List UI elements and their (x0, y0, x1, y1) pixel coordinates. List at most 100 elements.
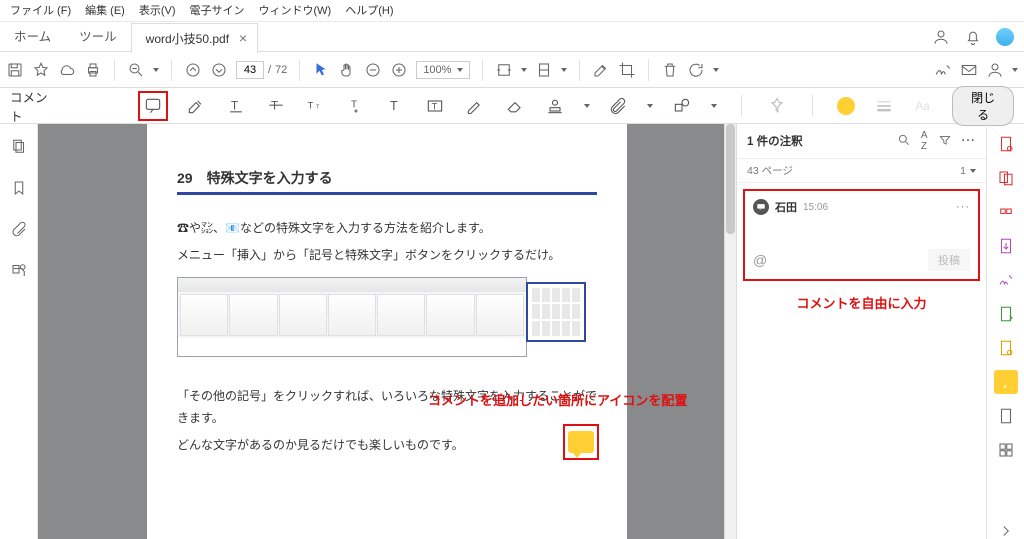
pencil-icon[interactable] (464, 95, 486, 117)
organize-icon[interactable] (994, 302, 1018, 326)
pin-icon[interactable] (766, 95, 788, 117)
svg-text:T: T (351, 99, 357, 110)
comment-more-icon[interactable]: ··· (956, 201, 970, 213)
fit-dropdown-icon[interactable] (521, 68, 527, 72)
zoom-out-find-icon[interactable] (127, 61, 145, 79)
highlight-icon[interactable] (186, 95, 208, 117)
tab-document[interactable]: word小技50.pdf × (131, 23, 259, 53)
bell-icon[interactable] (964, 28, 982, 46)
attach-icon[interactable] (608, 95, 630, 117)
zoom-in-icon[interactable] (390, 61, 408, 79)
login-icon[interactable] (932, 28, 950, 46)
edit-redact-icon[interactable] (592, 61, 610, 79)
menu-edit[interactable]: 編集 (E) (85, 2, 125, 18)
search-comments-icon[interactable] (897, 133, 911, 150)
page-indicator: / 72 (236, 61, 287, 79)
hand-icon[interactable] (338, 61, 356, 79)
crop-icon[interactable] (618, 61, 636, 79)
send-comments-icon[interactable] (994, 336, 1018, 360)
sign-icon[interactable] (934, 61, 952, 79)
replace-text-icon[interactable]: TT (305, 95, 327, 117)
sort-comments-icon[interactable]: AZ (921, 130, 928, 152)
edit-pdf-icon[interactable] (994, 200, 1018, 224)
svg-text:Aa: Aa (916, 100, 931, 113)
line-weight-icon[interactable] (873, 95, 895, 117)
page-display-icon[interactable] (535, 61, 553, 79)
post-button[interactable]: 投稿 (928, 249, 970, 271)
shapes-icon[interactable] (671, 95, 693, 117)
underline-text-icon[interactable]: T (225, 95, 247, 117)
comments-page-label: 43 ページ (747, 163, 793, 178)
menu-view[interactable]: 表示(V) (139, 2, 176, 18)
zoom-out-icon[interactable] (364, 61, 382, 79)
insert-text-icon[interactable]: T (345, 95, 367, 117)
svg-text:T: T (271, 99, 278, 112)
zoom-level-text: 100% (423, 64, 451, 76)
page-display-dropdown-icon[interactable] (561, 68, 567, 72)
tab-close-icon[interactable]: × (239, 31, 247, 45)
page-heading: 29 特殊文字を入力する (177, 168, 597, 188)
menu-file[interactable]: ファイル (F) (10, 2, 71, 18)
export-pdf-icon[interactable] (994, 234, 1018, 258)
layers-icon[interactable] (10, 261, 28, 282)
comment-input[interactable] (753, 215, 970, 249)
svg-text:T: T (390, 99, 398, 113)
bookmark-icon[interactable] (10, 179, 28, 200)
combine-icon[interactable] (994, 166, 1018, 190)
sticky-note-icon[interactable] (142, 95, 164, 117)
pointer-icon[interactable] (312, 61, 330, 79)
paragraph-2: メニュー「挿入」から「記号と特殊文字」ボタンをクリックするだけ。 (177, 244, 597, 267)
trash-icon[interactable] (661, 61, 679, 79)
account-icon[interactable] (986, 61, 1004, 79)
menu-esign[interactable]: 電子サイン (190, 2, 245, 18)
mention-icon[interactable]: @ (753, 252, 767, 268)
page-input[interactable] (236, 61, 264, 79)
more-comments-icon[interactable]: ··· (962, 135, 977, 147)
font-icon[interactable]: Aa (913, 95, 935, 117)
stamp-dropdown-icon[interactable] (584, 104, 590, 108)
page-sep: / (268, 64, 271, 76)
textbox-icon[interactable]: T (424, 95, 446, 117)
fit-width-icon[interactable] (495, 61, 513, 79)
cloud-icon[interactable] (58, 61, 76, 79)
fill-sign-icon[interactable] (994, 404, 1018, 428)
tab-tools[interactable]: ツール (65, 22, 131, 52)
menu-help[interactable]: ヘルプ(H) (345, 2, 393, 18)
stamp-icon[interactable] (544, 95, 566, 117)
filter-comments-icon[interactable] (938, 133, 952, 150)
mail-icon[interactable] (960, 61, 978, 79)
comment-tool-icon[interactable] (994, 370, 1018, 394)
page-down-icon[interactable] (210, 61, 228, 79)
strikethrough-icon[interactable]: T (265, 95, 287, 117)
attachment-rail-icon[interactable] (10, 220, 28, 241)
comments-panel: 1 件の注釈 AZ ··· 43 ページ 1 石田 15:06 ··· @ 投稿 (736, 124, 986, 539)
account-dropdown-icon[interactable] (1012, 68, 1018, 72)
menu-window[interactable]: ウィンドウ(W) (259, 2, 332, 18)
rotate-icon[interactable] (687, 61, 705, 79)
rotate-dropdown-icon[interactable] (713, 68, 719, 72)
tab-home[interactable]: ホーム (0, 22, 65, 52)
text-comment-icon[interactable]: T (385, 95, 407, 117)
document-viewport[interactable]: 29 特殊文字を入力する ☎や㍇、📧などの特殊文字を入力する方法を紹介します。 … (38, 124, 736, 539)
create-pdf-icon[interactable] (994, 132, 1018, 156)
page-up-icon[interactable] (184, 61, 202, 79)
shapes-dropdown-icon[interactable] (711, 104, 717, 108)
doc-scrollbar[interactable] (724, 124, 736, 539)
zoom-level[interactable]: 100% (416, 61, 470, 79)
attach-dropdown-icon[interactable] (647, 104, 653, 108)
thumbnails-icon[interactable] (10, 138, 28, 159)
color-picker[interactable] (837, 97, 855, 115)
close-toolbar-button[interactable]: 閉じる (952, 86, 1014, 126)
expand-page-icon[interactable] (970, 169, 976, 173)
comment-card[interactable]: 石田 15:06 ··· @ 投稿 (743, 189, 980, 281)
sticky-note-annotation[interactable] (563, 424, 599, 460)
collapse-rail-icon[interactable] (994, 519, 1018, 539)
eraser-icon[interactable] (504, 95, 526, 117)
save-icon[interactable] (6, 61, 24, 79)
more-tools-icon[interactable] (994, 438, 1018, 462)
star-icon[interactable] (32, 61, 50, 79)
zoom-dropdown-icon[interactable] (153, 68, 159, 72)
print-icon[interactable] (84, 61, 102, 79)
sign-pdf-icon[interactable] (994, 268, 1018, 292)
avatar[interactable] (996, 28, 1014, 46)
